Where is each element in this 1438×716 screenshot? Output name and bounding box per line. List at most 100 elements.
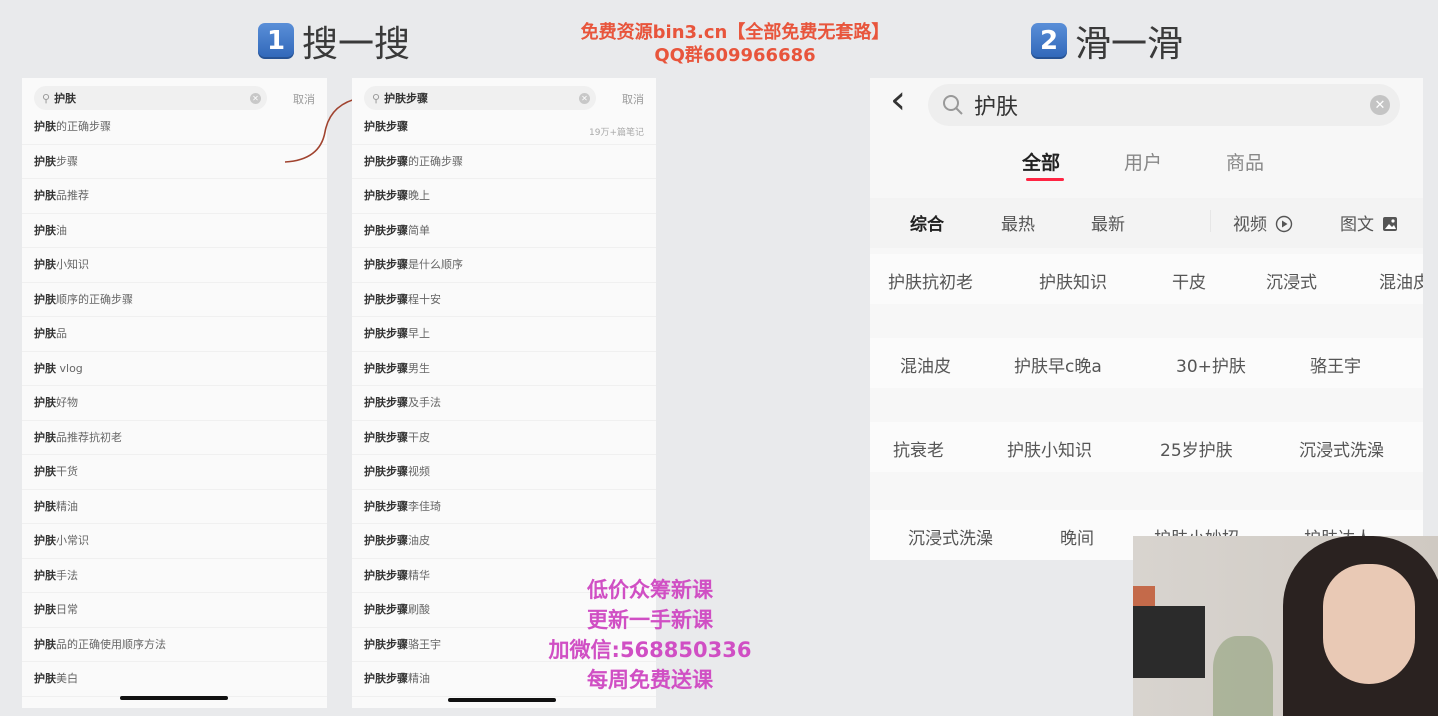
search-icon: ⚲: [42, 91, 51, 105]
suggestion-item[interactable]: 护肤精油: [22, 490, 327, 524]
suggestion-rest: 精油: [408, 672, 430, 685]
image-icon: [1383, 217, 1398, 231]
filter-comprehensive[interactable]: 综合: [910, 210, 944, 235]
active-tab-indicator: [1026, 178, 1064, 181]
suggestion-item[interactable]: 护肤步骤是什么顺序: [352, 248, 656, 283]
suggestion-rest: 精华: [408, 568, 430, 582]
filter-video[interactable]: 视频: [1233, 210, 1293, 235]
filter-divider: [1210, 210, 1211, 232]
suggestion-item[interactable]: 护肤干货: [22, 455, 327, 490]
chip[interactable]: 25岁护肤: [1160, 436, 1233, 461]
suggestion-keyword: 护肤: [34, 120, 56, 133]
number-badge: 1: [258, 23, 294, 59]
suggestion-rest: 程十安: [408, 292, 441, 306]
clear-icon[interactable]: ✕: [1370, 95, 1390, 115]
suggestion-keyword: 护肤: [34, 292, 56, 306]
suggestion-item[interactable]: 护肤步骤晚上: [352, 179, 656, 214]
suggestion-keyword: 护肤: [34, 327, 56, 340]
watermark-line: 免费资源bin3.cn【全部免费无套路】: [580, 22, 890, 43]
suggestion-item[interactable]: 护肤步骤李佳琦: [352, 490, 656, 524]
clear-icon[interactable]: ✕: [250, 92, 261, 104]
search-bar[interactable]: ⚲ 护肤 ✕: [34, 86, 267, 110]
suggestion-keyword: 护肤: [34, 534, 56, 547]
suggestion-rest: 干皮: [408, 430, 430, 444]
suggestion-item[interactable]: 护肤顺序的正确步骤: [22, 283, 327, 317]
search-icon: [943, 95, 963, 115]
suggestion-keyword: 护肤步骤: [364, 154, 408, 168]
suggestion-item[interactable]: 护肤品推荐: [22, 179, 327, 214]
suggestion-item[interactable]: 护肤品的正确使用顺序方法: [22, 628, 327, 662]
suggestion-item[interactable]: 护肤手法: [22, 559, 327, 593]
suggestion-item[interactable]: 护肤步骤油皮: [352, 524, 656, 559]
suggestion-item[interactable]: 护肤步骤干皮: [352, 421, 656, 455]
suggestion-rest: 精油: [56, 499, 78, 513]
suggestion-item[interactable]: 护肤油: [22, 214, 327, 248]
chip[interactable]: 护肤小知识: [1007, 436, 1092, 461]
suggestion-keyword: 护肤步骤: [364, 396, 408, 409]
suggestion-keyword: 护肤步骤: [364, 672, 408, 685]
play-icon: [1276, 215, 1293, 233]
suggestion-item[interactable]: 护肤 vlog: [22, 352, 327, 386]
suggestion-item[interactable]: 护肤步骤的正确步骤: [352, 145, 656, 179]
filter-image-text[interactable]: 图文: [1340, 210, 1398, 235]
back-icon[interactable]: ‹: [890, 78, 906, 122]
suggestion-rest: 步骤: [56, 154, 78, 168]
watermark-line: 更新一手新课: [587, 608, 713, 632]
chip[interactable]: 抗衰老: [893, 436, 944, 461]
suggestion-item[interactable]: 护肤步骤早上: [352, 317, 656, 352]
chip[interactable]: 骆王宇: [1310, 352, 1361, 377]
suggestion-item[interactable]: 护肤品推荐抗初老: [22, 421, 327, 455]
suggestion-keyword: 护肤: [34, 603, 56, 616]
suggestion-keyword: 护肤: [34, 637, 56, 651]
suggestion-item[interactable]: 护肤小知识: [22, 248, 327, 283]
section-heading-search: 1 搜一搜: [258, 15, 410, 67]
search-bar[interactable]: ⚲ 护肤步骤 ✕: [364, 86, 596, 110]
suggestion-item[interactable]: 护肤步骤视频: [352, 455, 656, 490]
tab-users[interactable]: 用户: [1124, 148, 1162, 175]
tab-products[interactable]: 商品: [1226, 148, 1264, 175]
chip-row: 护肤抗初老 护肤知识 干皮 沉浸式 混油皮: [870, 254, 1423, 304]
suggestion-rest: 油皮: [408, 534, 430, 547]
suggestion-item[interactable]: 护肤步骤程十安: [352, 283, 656, 317]
chip[interactable]: 护肤抗初老: [888, 268, 973, 293]
suggestion-item[interactable]: 护肤美白: [22, 662, 327, 697]
filter-newest[interactable]: 最新: [1091, 210, 1125, 235]
search-bar[interactable]: 护肤 ✕: [928, 84, 1400, 126]
search-input[interactable]: 护肤: [54, 90, 250, 106]
home-indicator: [120, 696, 228, 700]
clear-icon[interactable]: ✕: [579, 92, 590, 104]
filter-image-label: 图文: [1340, 215, 1374, 235]
suggestion-list: 护肤的正确步骤 护肤步骤 护肤品推荐 护肤油 护肤小知识 护肤顺序的正确步骤 护肤品 护肤 v…: [22, 110, 327, 697]
suggestion-keyword: 护肤步骤: [364, 223, 408, 237]
home-indicator: [448, 698, 556, 702]
suggestion-item[interactable]: 护肤品: [22, 317, 327, 352]
chip[interactable]: 护肤知识: [1039, 268, 1107, 293]
suggestion-item[interactable]: 护肤步骤及手法: [352, 386, 656, 421]
tab-all[interactable]: 全部: [1022, 148, 1060, 175]
search-input[interactable]: 护肤步骤: [384, 90, 579, 106]
suggestion-rest: 视频: [408, 465, 430, 478]
suggestion-item[interactable]: 护肤步骤简单: [352, 214, 656, 248]
cancel-button[interactable]: 取消: [622, 91, 644, 107]
tv-screen: [1133, 606, 1205, 678]
chip[interactable]: 晚间: [1060, 524, 1094, 549]
suggestion-rest: 早上: [408, 327, 430, 340]
chip[interactable]: 混油皮: [1379, 268, 1423, 293]
search-input[interactable]: 护肤: [974, 89, 1018, 121]
chip[interactable]: 沉浸式: [1266, 268, 1317, 293]
chip[interactable]: 沉浸式洗澡: [908, 524, 993, 549]
suggestion-item[interactable]: 护肤好物: [22, 386, 327, 421]
filter-video-label: 视频: [1233, 215, 1267, 235]
suggestion-item[interactable]: 护肤步骤男生: [352, 352, 656, 386]
suggestion-item[interactable]: 护肤小常识: [22, 524, 327, 559]
watermark-bottom: 低价众筹新课 更新一手新课 加微信:568850336 每周免费送课: [530, 575, 770, 695]
chip[interactable]: 干皮: [1172, 268, 1206, 293]
chip[interactable]: 沉浸式洗澡: [1299, 436, 1384, 461]
suggestion-item[interactable]: 护肤日常: [22, 593, 327, 628]
chip[interactable]: 护肤早c晚a: [1014, 352, 1102, 377]
suggestion-rest: 刷酸: [408, 603, 430, 616]
filter-hottest[interactable]: 最热: [1001, 210, 1035, 235]
chip[interactable]: 30+护肤: [1176, 352, 1246, 377]
chip[interactable]: 混油皮: [900, 352, 951, 377]
suggestion-keyword: 护肤步骤: [364, 361, 408, 375]
